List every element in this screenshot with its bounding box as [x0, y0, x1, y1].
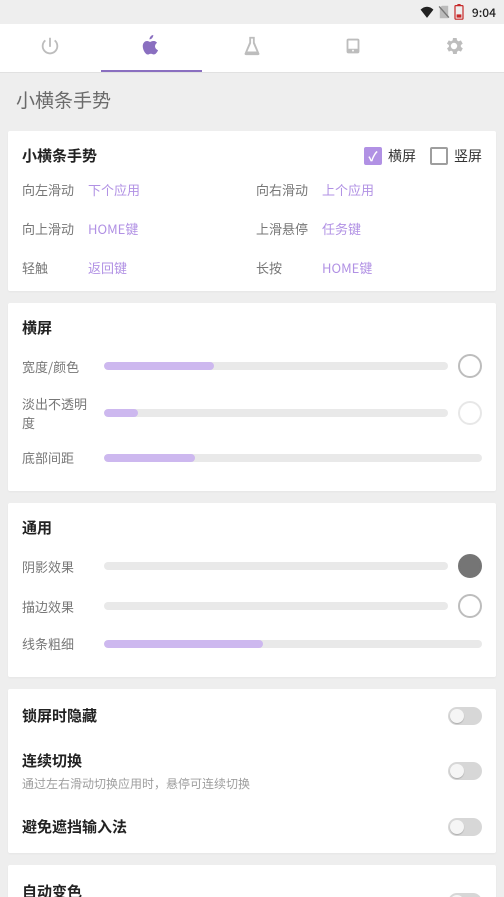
- tab-settings[interactable]: [403, 24, 504, 72]
- orientation-checks: 横屏 竖屏: [364, 146, 482, 166]
- toggles-card-2: 自动变色 根据界面内容自动反色，需激活增强模式 随电量调整颜色: [8, 865, 496, 897]
- slider-fill: [104, 454, 195, 462]
- slider-fade-opacity: 淡出不透明度: [22, 394, 482, 432]
- toggle-hide-on-lock[interactable]: 锁屏时隐藏: [22, 693, 482, 738]
- gesture-tap[interactable]: 轻触 返回键: [22, 258, 248, 277]
- slider-fill: [104, 409, 138, 417]
- color-knob[interactable]: [458, 594, 482, 618]
- tab-apple[interactable]: [101, 24, 202, 72]
- check-landscape-label: 横屏: [388, 146, 416, 166]
- check-portrait[interactable]: 竖屏: [430, 146, 482, 166]
- slider-track[interactable]: [104, 409, 448, 417]
- checkbox-icon: [430, 147, 448, 165]
- color-knob[interactable]: [458, 401, 482, 425]
- general-card: 通用 阴影效果 描边效果 线条粗细: [8, 503, 496, 677]
- slider-fill: [104, 640, 263, 648]
- apple-icon: [140, 35, 162, 62]
- device-icon: [342, 35, 364, 62]
- slider-track[interactable]: [104, 602, 448, 610]
- gesture-swipe-up[interactable]: 向上滑动 HOME键: [22, 219, 248, 238]
- tab-bar: [0, 24, 504, 72]
- slider-fill: [104, 362, 214, 370]
- slider-bottom-margin: 底部间距: [22, 448, 482, 467]
- switch-icon: [448, 893, 482, 897]
- gestures-title: 小横条手势: [22, 145, 97, 166]
- clock-text: 9:04: [472, 4, 496, 21]
- slider-stroke: 描边效果: [22, 594, 482, 618]
- toggles-card-1: 锁屏时隐藏 连续切换 通过左右滑动切换应用时，悬停可连续切换 避免遮挡输入法: [8, 689, 496, 853]
- slider-track[interactable]: [104, 454, 482, 462]
- switch-icon: [448, 818, 482, 836]
- page-title: 小横条手势: [0, 72, 504, 123]
- slider-shadow: 阴影效果: [22, 554, 482, 578]
- toggle-continuous-switch[interactable]: 连续切换 通过左右滑动切换应用时，悬停可连续切换: [22, 738, 482, 804]
- checkbox-checked-icon: [364, 147, 382, 165]
- toggle-auto-color[interactable]: 自动变色 根据界面内容自动反色，需激活增强模式: [22, 869, 482, 897]
- tab-power[interactable]: [0, 24, 101, 72]
- gesture-swipe-left[interactable]: 向左滑动 下个应用: [22, 180, 248, 199]
- tab-device[interactable]: [302, 24, 403, 72]
- sim-off-icon: [438, 5, 450, 19]
- gear-icon: [443, 35, 465, 62]
- wifi-icon: [420, 6, 434, 18]
- landscape-card: 横屏 宽度/颜色 淡出不透明度 底部间距: [8, 303, 496, 491]
- power-icon: [39, 35, 61, 62]
- toggle-avoid-ime[interactable]: 避免遮挡输入法: [22, 804, 482, 849]
- tab-flask[interactable]: [202, 24, 303, 72]
- color-knob[interactable]: [458, 554, 482, 578]
- gesture-swipe-up-hold[interactable]: 上滑悬停 任务键: [256, 219, 482, 238]
- slider-track[interactable]: [104, 562, 448, 570]
- gesture-grid: 向左滑动 下个应用 向右滑动 上个应用 向上滑动 HOME键 上滑悬停 任务键 …: [22, 180, 482, 277]
- flask-icon: [241, 35, 263, 62]
- gesture-swipe-right[interactable]: 向右滑动 上个应用: [256, 180, 482, 199]
- gesture-long-press[interactable]: 长按 HOME键: [256, 258, 482, 277]
- check-landscape[interactable]: 横屏: [364, 146, 416, 166]
- general-title: 通用: [22, 517, 482, 538]
- status-bar: 9:04: [0, 0, 504, 24]
- check-portrait-label: 竖屏: [454, 146, 482, 166]
- color-knob[interactable]: [458, 354, 482, 378]
- slider-thickness: 线条粗细: [22, 634, 482, 653]
- gestures-card: 小横条手势 横屏 竖屏 向左滑动 下个应用 向右滑动 上个应用 向上滑动 HOM…: [8, 131, 496, 291]
- switch-icon: [448, 707, 482, 725]
- slider-track[interactable]: [104, 640, 482, 648]
- slider-track[interactable]: [104, 362, 448, 370]
- slider-width-color: 宽度/颜色: [22, 354, 482, 378]
- battery-icon: [454, 4, 464, 20]
- switch-icon: [448, 762, 482, 780]
- landscape-title: 横屏: [22, 317, 482, 338]
